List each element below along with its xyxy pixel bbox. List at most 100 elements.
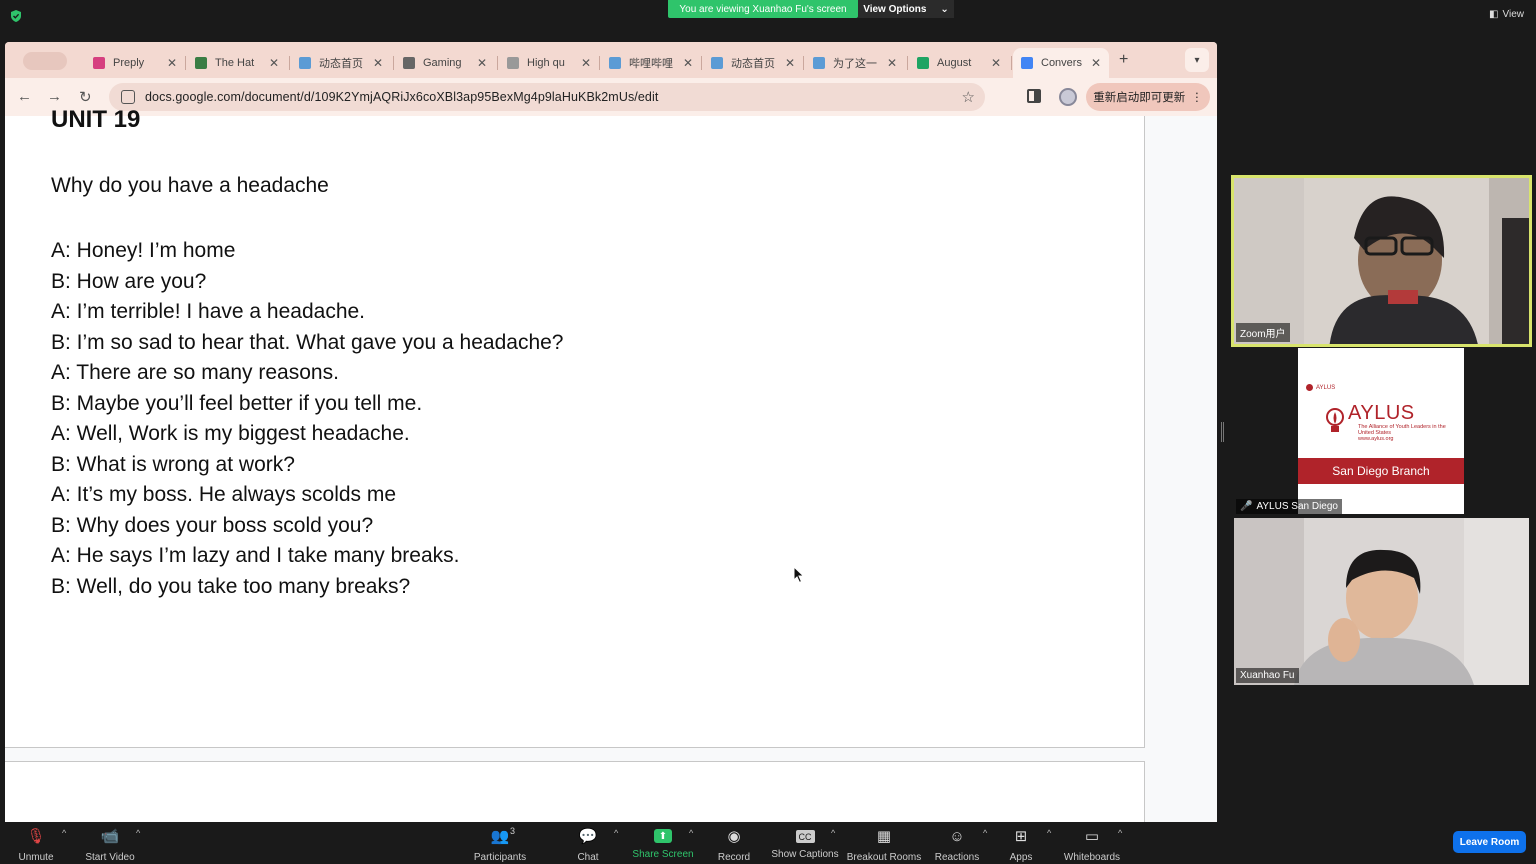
reload-icon[interactable]: ↻ [79,88,92,106]
participants-button[interactable]: 👥 Participants 3 [460,826,540,863]
browser-tab[interactable]: Convers ✕ [1013,48,1109,78]
close-tab-icon[interactable]: ✕ [167,56,177,70]
dialogue-line: B: How are you? [51,269,207,293]
shared-browser-window: Preply ✕ The Hat ✕ 动态首页 ✕ Gaming ✕ High qu ✕ 哔哩哔哩 ✕… [5,42,1217,822]
close-tab-icon[interactable]: ✕ [477,56,487,70]
site-info-icon[interactable] [121,90,135,104]
browser-tab[interactable]: 哔哩哔哩 ✕ [601,48,701,78]
aylus-website: www.aylus.org [1358,436,1394,442]
browser-tab[interactable]: August ✕ [909,48,1009,78]
chevron-down-icon: ▾ [1194,54,1200,66]
dialogue-line: B: I’m so sad to hear that. What gave yo… [51,330,564,354]
breakout-rooms-button[interactable]: ▦ Breakout Rooms [844,826,924,863]
document-next-page [5,761,1145,822]
resize-handle[interactable] [1221,422,1224,442]
caret-up-icon[interactable]: ^ [614,828,618,838]
tab-separator [1011,56,1012,70]
tab-separator [701,56,702,70]
browser-tab[interactable]: 动态首页 ✕ [703,48,803,78]
close-tab-icon[interactable]: ✕ [887,56,897,70]
participant-video[interactable]: Xuanhao Fu [1234,518,1529,685]
address-bar[interactable]: docs.google.com/document/d/109K2YmjAQRiJ… [109,83,985,111]
participant-name: AYLUS San Diego [1256,501,1338,512]
close-tab-icon[interactable]: ✕ [269,56,279,70]
close-tab-icon[interactable]: ✕ [1091,56,1101,70]
tab-strip: Preply ✕ The Hat ✕ 动态首页 ✕ Gaming ✕ High qu ✕ 哔哩哔哩 ✕… [5,42,1217,78]
aylus-small-brand: AYLUS [1316,384,1336,391]
toolbar-label: Show Captions [771,849,839,860]
close-tab-icon[interactable]: ✕ [581,56,591,70]
dialogue-line: B: Well, do you take too many breaks? [51,574,411,598]
tab-separator [599,56,600,70]
caret-up-icon[interactable]: ^ [689,828,693,838]
leave-room-button[interactable]: Leave Room [1453,831,1526,853]
side-panel-icon[interactable] [1027,89,1041,103]
viewing-banner: You are viewing Xuanhao Fu's screen [668,0,858,18]
new-tab-button[interactable]: + [1119,51,1128,69]
toolbar-label: Start Video [85,852,135,863]
document-page[interactable]: UNIT 19 Why do you have a headache A: Ho… [5,106,1145,748]
tab-separator [393,56,394,70]
dialogue-line: A: It’s my boss. He always scolds me [51,483,397,506]
caret-up-icon[interactable]: ^ [136,828,140,838]
participant-name: Zoom用户 [1236,323,1290,342]
document-unit-heading: UNIT 19 [51,106,141,133]
bookmark-star-icon[interactable]: ☆ [962,88,975,106]
tab-separator [907,56,908,70]
browser-tab[interactable]: The Hat ✕ [187,48,287,78]
participant-name: Xuanhao Fu [1236,668,1299,683]
view-label: View [1502,9,1525,20]
dialogue-line: B: Maybe you’ll feel better if you tell … [51,391,423,415]
whiteboard-icon: ▭ [1084,828,1100,845]
participants-count: 3 [510,826,516,836]
caret-up-icon[interactable]: ^ [831,828,835,838]
tab-title: 为了这一 [833,58,877,70]
browser-tab[interactable]: 为了这一 ✕ [805,48,905,78]
browser-tab[interactable]: Preply ✕ [85,48,185,78]
toolbar-label: Share Screen [632,849,694,860]
caret-up-icon[interactable]: ^ [62,828,66,838]
tab-title: Preply [113,57,145,69]
apps-icon: ⊞ [1014,828,1028,845]
record-button[interactable]: ◉ Record [694,826,774,863]
aylus-tagline: The Alliance of Youth Leaders in the Uni… [1358,424,1448,442]
toolbar-label: Breakout Rooms [846,852,922,863]
update-button[interactable]: 重新启动即可更新 ⋮ [1086,83,1210,111]
back-icon[interactable]: ← [17,88,32,105]
breakout-rooms-icon: ▦ [876,828,892,845]
close-tab-icon[interactable]: ✕ [785,56,795,70]
close-tab-icon[interactable]: ✕ [683,56,693,70]
browser-tab[interactable]: High qu ✕ [499,48,599,78]
close-tab-icon[interactable]: ✕ [373,56,383,70]
reactions-icon: ☺ [949,827,965,845]
browser-toolbar: ← → ↻ docs.google.com/document/d/109K2Ym… [5,78,1217,116]
tab-title: Gaming [423,57,462,69]
participants-icon: 👥 [490,828,510,845]
share-screen-icon: ⬆ [654,829,672,843]
browser-tab[interactable]: Gaming ✕ [395,48,495,78]
forward-icon[interactable]: → [47,88,62,105]
aylus-participant-tile[interactable]: AYLUS AYLUS The Alliance of Youth Leader… [1298,348,1464,514]
caret-up-icon[interactable]: ^ [1118,828,1122,838]
shield-icon[interactable] [9,9,23,23]
tab-groups-button[interactable] [23,52,67,70]
tab-favicon-icon [403,57,415,69]
participant-video[interactable]: Zoom用户 [1231,175,1532,347]
tab-title: 哔哩哔哩 [629,58,673,70]
tab-separator [803,56,804,70]
profile-avatar-icon[interactable] [1059,88,1077,106]
tab-title: The Hat [215,57,255,69]
more-vert-icon: ⋮ [1191,92,1203,104]
close-tab-icon[interactable]: ✕ [991,56,1001,70]
view-options-button[interactable]: View Options ⌄ [858,0,954,18]
caret-up-icon[interactable]: ^ [1047,828,1051,838]
tab-favicon-icon [1021,57,1033,69]
tab-search-button[interactable]: ▾ [1185,48,1209,72]
lightbulb-logo-icon [1326,408,1344,432]
update-label: 重新启动即可更新 [1093,92,1186,104]
dialogue: A: Honey! I’m home B: How are you? A: I’m … [51,236,563,602]
view-layout-icon: ◧ [1489,9,1499,20]
tab-separator [289,56,290,70]
view-button[interactable]: ◧ View [1489,9,1524,20]
browser-tab[interactable]: 动态首页 ✕ [291,48,391,78]
